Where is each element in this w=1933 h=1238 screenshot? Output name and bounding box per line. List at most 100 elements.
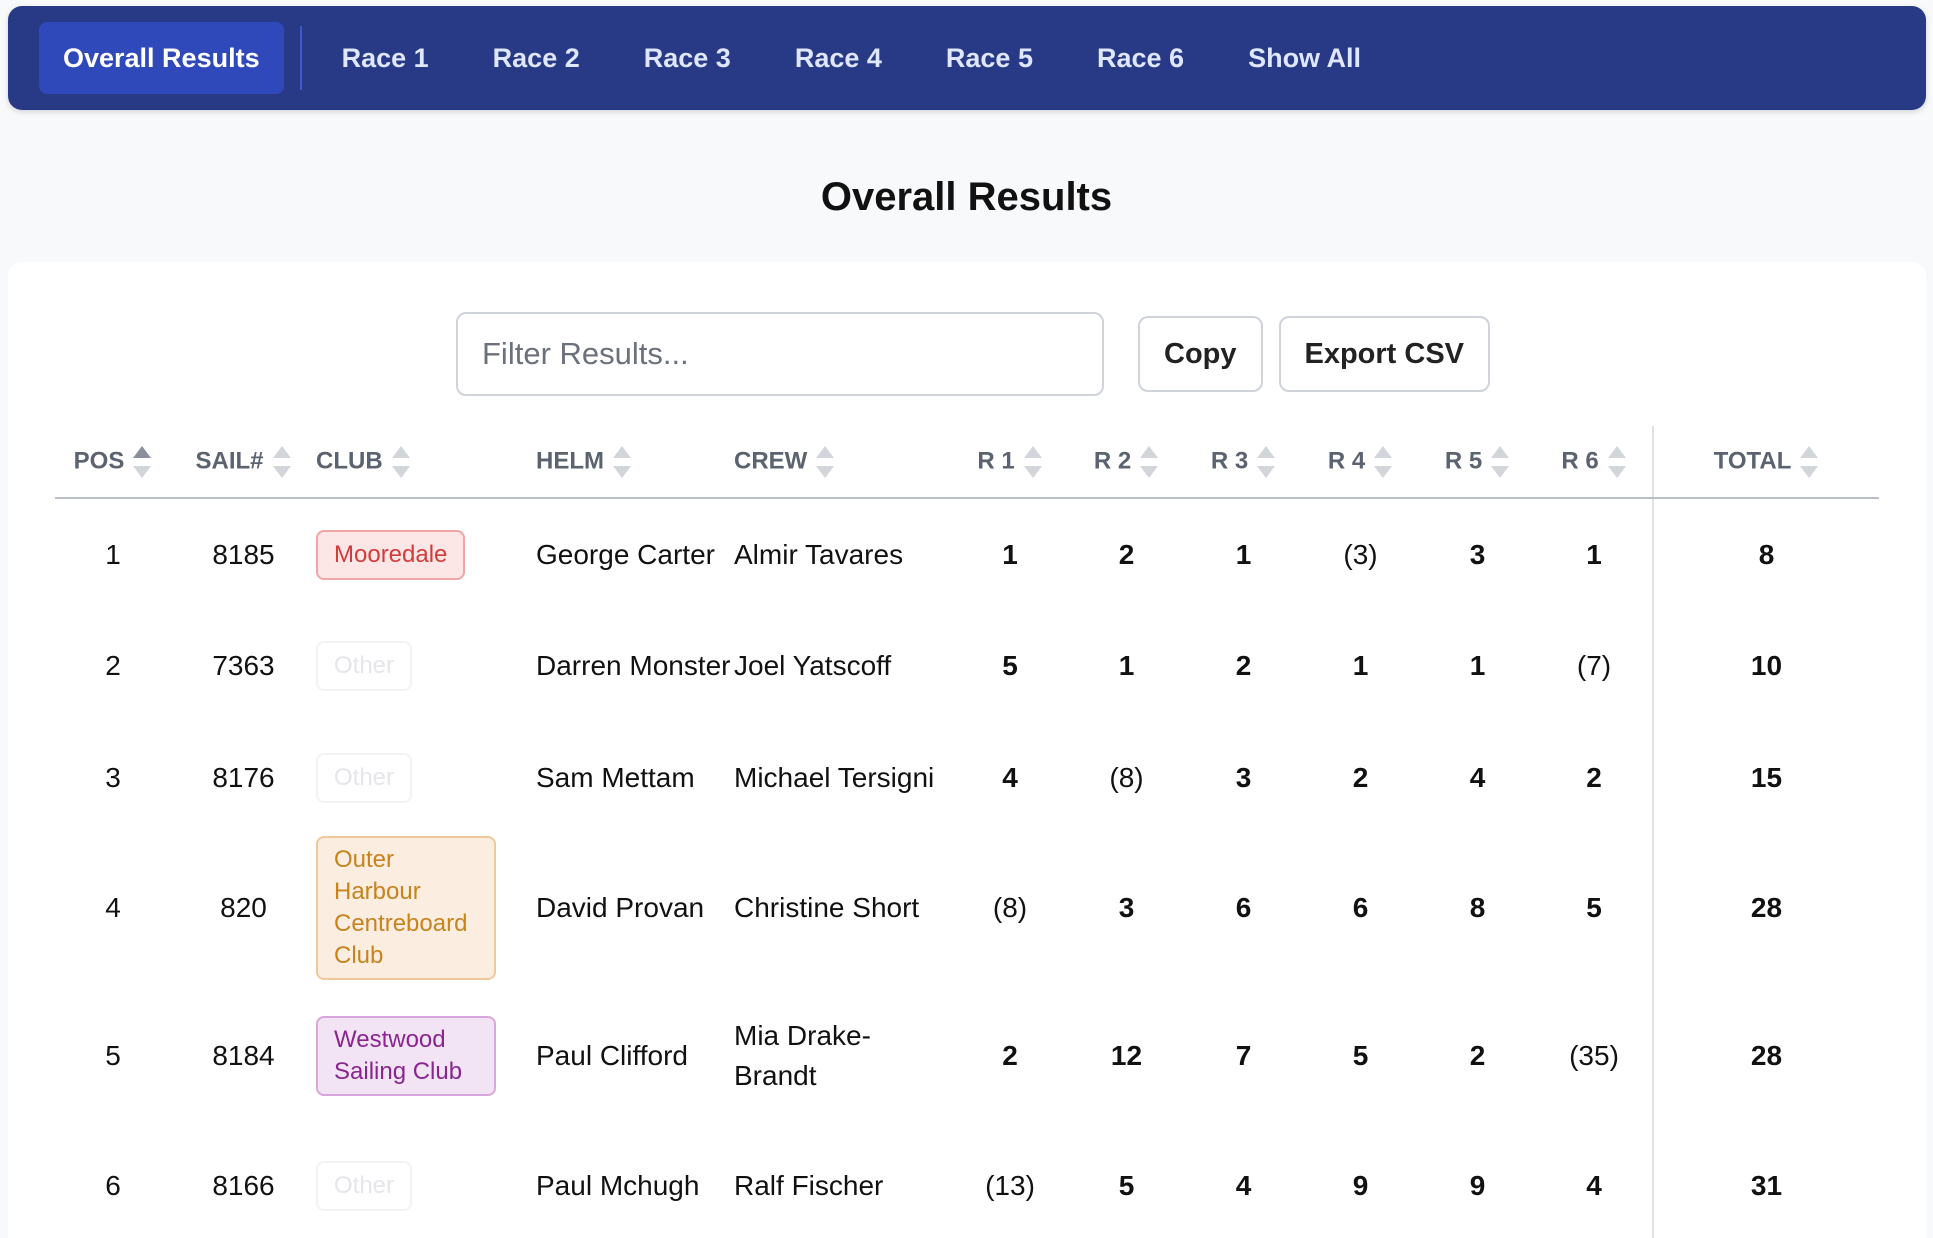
results-table: POS SAIL# CLUB HELM CREW R 1 R 2 R 3 R 4… [55,426,1879,1238]
cell-r5: 9 [1469,1170,1486,1201]
tab-race-1[interactable]: Race 1 [310,22,461,94]
cell-helm: Paul Clifford [536,1040,689,1071]
column-header-r1[interactable]: R 1 [952,426,1068,499]
cell-sail: 7363 [212,650,275,681]
tab-show-all[interactable]: Show All [1216,22,1393,94]
cell-r4: 5 [1352,1040,1369,1071]
cell-club: Mooredale [316,498,536,610]
cell-r6: (35) [1569,1040,1619,1071]
cell-r4: 9 [1352,1170,1369,1201]
top-navigation: Overall Results Race 1 Race 2 Race 3 Rac… [8,6,1926,110]
column-header-pos[interactable]: POS [55,426,171,499]
filter-results-input[interactable] [456,312,1104,396]
club-badge: Mooredale [316,529,466,580]
club-badge: Other [316,1161,413,1211]
cell-r2: 12 [1110,1040,1143,1071]
tab-overall-results[interactable]: Overall Results [39,22,284,94]
cell-club: Other [316,722,536,834]
sort-icon [1023,445,1043,479]
club-badge: Outer Harbour Centreboard Club [316,836,496,980]
column-header-r2[interactable]: R 2 [1068,426,1185,499]
club-badge: Westwood Sailing Club [316,1016,496,1096]
cell-sail: 8166 [212,1170,275,1201]
cell-helm: Sam Mettam [536,762,695,793]
cell-pos: 5 [105,1040,121,1071]
cell-r4: 6 [1352,892,1369,923]
cell-r6: 4 [1586,1170,1602,1201]
cell-r3: 2 [1235,650,1252,681]
cell-crew: Almir Tavares [734,538,904,570]
cell-crew: Mia Drake-Brandt [734,1020,871,1091]
cell-r3: 3 [1235,762,1252,793]
club-badge: Other [316,641,413,691]
tab-race-2[interactable]: Race 2 [461,22,612,94]
column-header-helm[interactable]: HELM [536,426,734,499]
sort-icon [1799,445,1819,479]
column-header-club[interactable]: CLUB [316,426,536,499]
cell-r4: (3) [1343,538,1378,570]
export-csv-button[interactable]: Export CSV [1278,316,1491,392]
results-card: Copy Export CSV POS SAIL# CLUB HELM CREW… [8,262,1926,1238]
sort-icon [612,445,632,479]
sort-icon [132,445,152,479]
cell-total: 15 [1652,722,1879,834]
cell-helm: David Provan [536,892,705,923]
cell-club: Other [316,610,536,722]
cell-r3: 6 [1235,892,1252,923]
cell-r5: 1 [1469,650,1486,681]
cell-helm: George Carter [536,538,715,570]
cell-club: Other [316,1130,536,1238]
cell-r6: 5 [1586,892,1602,923]
column-header-sail[interactable]: SAIL# [171,426,316,499]
cell-total: 31 [1652,1130,1879,1238]
column-header-crew[interactable]: CREW [734,426,952,499]
column-header-r6[interactable]: R 6 [1536,426,1653,499]
table-row: 6 8166 Other Paul Mchugh Ralf Fischer (1… [55,1130,1879,1238]
table-row: 2 7363 Other Darren Monster Joel Yatscof… [55,610,1879,722]
column-header-total[interactable]: TOTAL [1652,426,1879,499]
cell-pos: 3 [105,762,121,793]
table-row: 1 8185 Mooredale George Carter Almir Tav… [55,498,1879,610]
cell-pos: 4 [105,892,121,923]
tab-race-5[interactable]: Race 5 [914,22,1065,94]
cell-r1: 4 [1002,762,1018,793]
cell-r2: 5 [1118,1170,1135,1201]
cell-r1: 2 [1002,1040,1018,1071]
sort-icon [1373,445,1393,479]
cell-helm: Darren Monster [536,650,731,681]
cell-r3: 1 [1235,538,1252,570]
cell-r2: 2 [1118,538,1135,570]
cell-r2: 3 [1118,892,1135,923]
column-header-r5[interactable]: R 5 [1419,426,1536,499]
tab-race-3[interactable]: Race 3 [612,22,763,94]
tab-race-4[interactable]: Race 4 [763,22,914,94]
cell-r4: 1 [1352,650,1369,681]
cell-r3: 4 [1235,1170,1252,1201]
cell-r1: (13) [985,1170,1035,1201]
cell-crew: Christine Short [734,892,920,923]
column-header-r3[interactable]: R 3 [1185,426,1302,499]
cell-r5: 8 [1469,892,1486,923]
column-header-r4[interactable]: R 4 [1302,426,1419,499]
cell-club: Outer Harbour Centreboard Club [316,834,536,982]
cell-sail: 8184 [212,1040,275,1071]
nav-divider [299,26,302,90]
cell-crew: Joel Yatscoff [734,650,892,681]
results-toolbar: Copy Export CSV [456,312,1491,396]
cell-r3: 7 [1235,1040,1252,1071]
tab-race-6[interactable]: Race 6 [1065,22,1216,94]
cell-sail: 8185 [212,538,275,570]
cell-r1: (8) [992,892,1028,923]
sort-icon [1256,445,1276,479]
cell-pos: 6 [105,1170,121,1201]
cell-r1: 5 [1002,650,1018,681]
copy-button[interactable]: Copy [1138,316,1263,392]
cell-r6: 2 [1586,762,1602,793]
cell-r2: 1 [1118,650,1135,681]
club-badge: Other [316,753,413,803]
cell-r2: (8) [1109,762,1144,793]
cell-r5: 3 [1469,538,1486,570]
cell-r5: 2 [1469,1040,1486,1071]
table-row: 3 8176 Other Sam Mettam Michael Tersigni… [55,722,1879,834]
cell-total: 8 [1652,498,1879,610]
